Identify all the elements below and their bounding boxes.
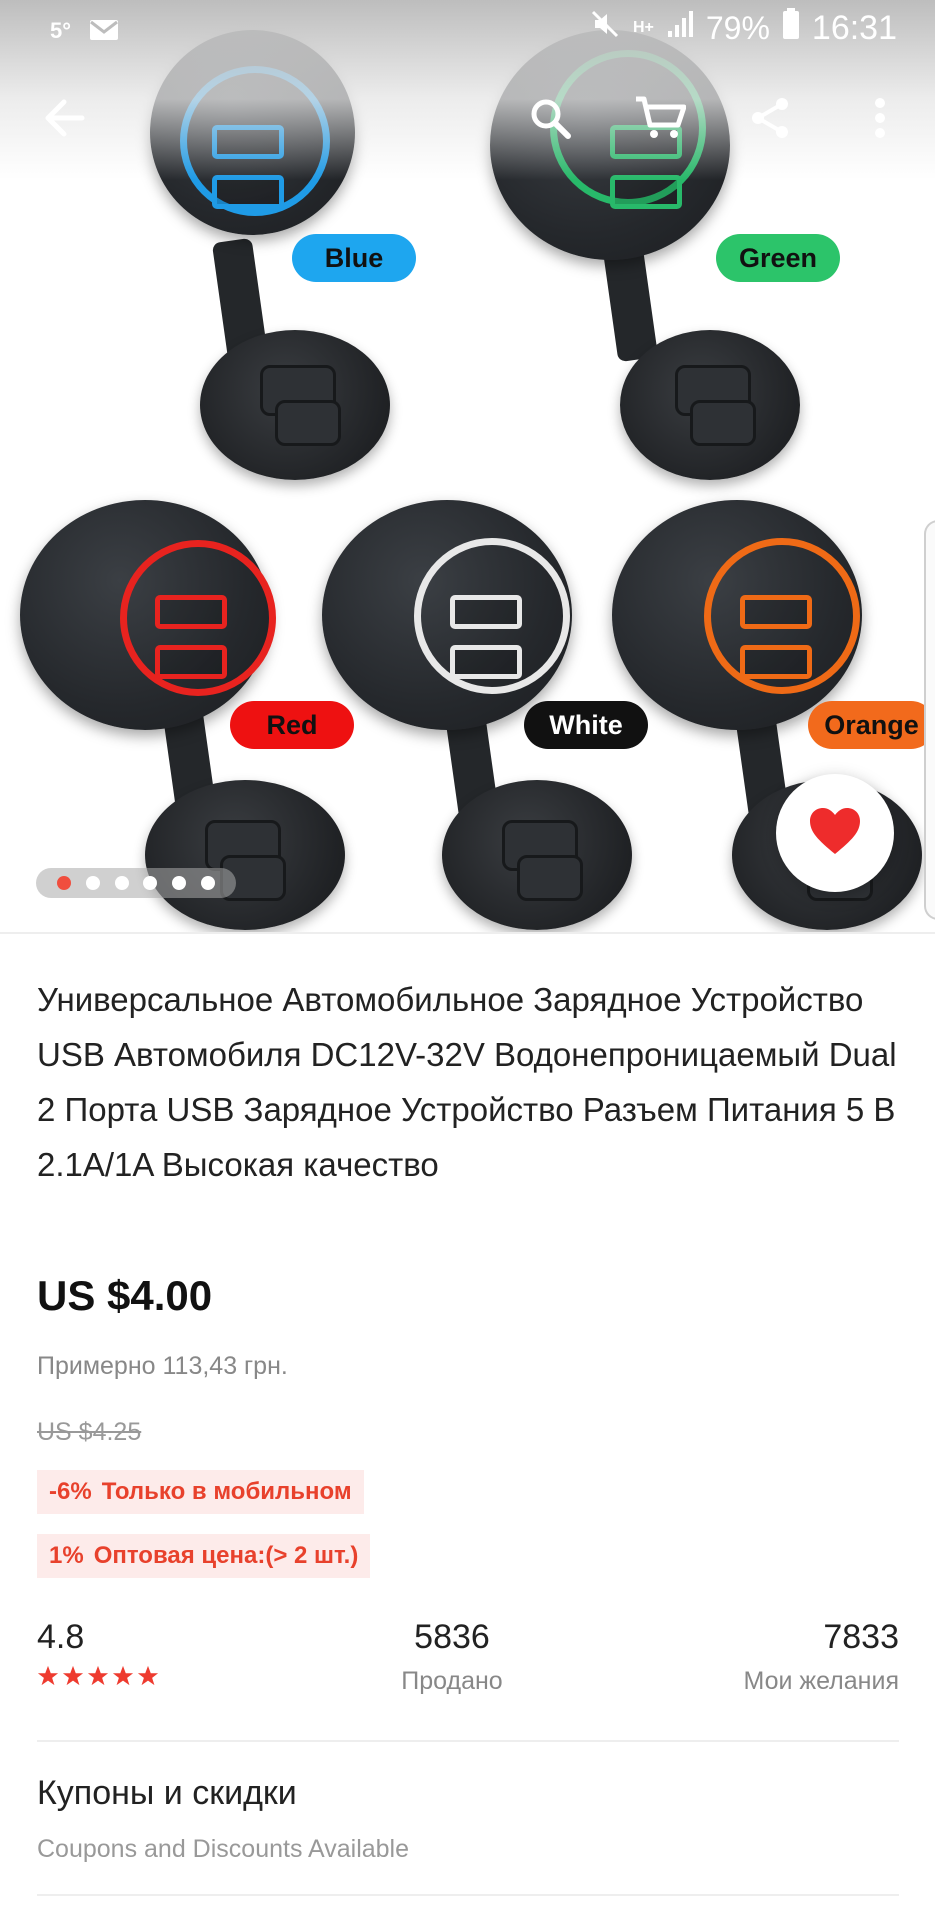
product-price: US $4.00 (37, 1272, 213, 1319)
local-currency-price: Примерно 113,43 грн. (37, 1352, 288, 1380)
product-stats: 4.8 5836 Продано 7833 Мои желания (37, 1618, 899, 1698)
variant-label-red: Red (230, 701, 354, 749)
product-image-gallery[interactable]: Blue Green Red White Orange 5° H+ 79% 16… (0, 0, 935, 932)
wholesale-discount-percent: 1% (49, 1542, 84, 1569)
rating-block[interactable]: 4.8 (37, 1618, 159, 1687)
mute-icon (589, 8, 621, 48)
wishlist-count: 7833 (823, 1618, 899, 1656)
share-icon[interactable] (742, 90, 798, 146)
weather-temperature: 5° (50, 17, 72, 43)
coupons-subtitle: Coupons and Discounts Available (37, 1835, 410, 1863)
rating-stars (37, 1665, 159, 1687)
sold-block: 5836 Продано (377, 1618, 527, 1696)
coupons-title: Купоны и скидки (37, 1774, 297, 1812)
page-dot[interactable] (172, 876, 187, 890)
sold-label: Продано (401, 1667, 503, 1695)
more-vert-icon[interactable] (852, 90, 908, 146)
cart-icon[interactable] (632, 90, 688, 146)
star-icon (137, 1665, 159, 1686)
section-divider (37, 1740, 899, 1742)
gallery-page-indicator (36, 868, 236, 898)
coupons-row[interactable]: Купоны и скидки Coupons and Discounts Av… (37, 1774, 899, 1864)
mobile-discount-text: Только в мобильном (101, 1478, 352, 1505)
star-icon (62, 1665, 84, 1686)
mobile-discount-badge: -6% Только в мобильном (37, 1470, 364, 1514)
signal-icon (666, 9, 694, 47)
page-dot[interactable] (143, 876, 158, 890)
network-type-icon: H+ (632, 19, 654, 36)
section-divider (37, 1894, 899, 1896)
page-dot[interactable] (114, 876, 129, 890)
status-bar: 5° H+ 79% 16:31 (0, 0, 935, 56)
product-title: Универсальное Автомобильное Зарядное Уст… (37, 981, 897, 1183)
heart-icon (808, 806, 862, 861)
rating-value: 4.8 (37, 1618, 85, 1656)
battery-percent: 79% (705, 9, 770, 46)
section-divider (0, 932, 935, 934)
wishlist-label: Мои желания (743, 1667, 899, 1695)
search-icon[interactable] (522, 90, 578, 146)
variant-label-white: White (524, 701, 648, 749)
original-price: US $4.25 (37, 1418, 142, 1446)
star-icon (112, 1665, 134, 1686)
star-icon (37, 1665, 59, 1686)
variant-label-green: Green (716, 234, 840, 282)
page-dot[interactable] (56, 876, 71, 890)
back-arrow-icon[interactable] (36, 90, 92, 146)
clock-time: 16:31 (811, 8, 897, 47)
mobile-discount-percent: -6% (49, 1478, 92, 1505)
wishlist-block: 7833 Мои желания (743, 1618, 899, 1696)
wholesale-discount-text: Оптовая цена:(> 2 шт.) (93, 1542, 359, 1569)
side-panel-handle[interactable] (924, 520, 935, 920)
variant-label-blue: Blue (292, 234, 416, 282)
gmail-icon (89, 12, 119, 49)
star-icon (87, 1665, 109, 1686)
page-dot[interactable] (85, 876, 100, 890)
variant-label-orange: Orange (808, 701, 935, 749)
sold-count: 5836 (414, 1618, 490, 1656)
page-dot[interactable] (201, 876, 216, 890)
battery-icon (782, 8, 800, 48)
wholesale-discount-badge: 1% Оптовая цена:(> 2 шт.) (37, 1534, 371, 1578)
add-to-wishlist-button[interactable] (776, 774, 894, 892)
